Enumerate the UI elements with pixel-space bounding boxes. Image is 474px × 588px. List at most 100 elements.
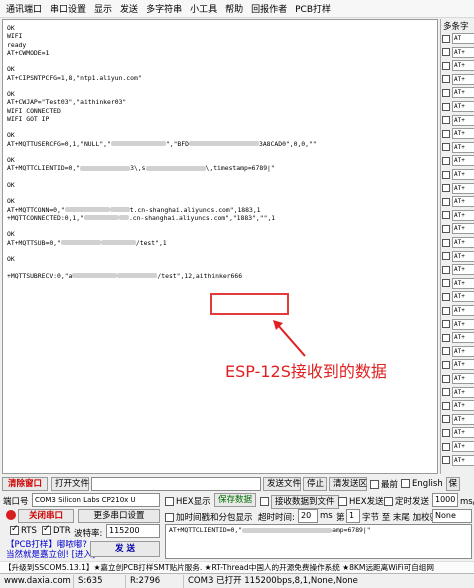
status-site[interactable]: www.daxia.com [0, 574, 74, 588]
multi-string-row[interactable]: AT+ [442, 372, 474, 385]
multi-string-row[interactable]: AT+ [442, 277, 474, 290]
multi-string-row[interactable]: AT+ [442, 318, 474, 331]
timestamp-checkbox[interactable]: 加时间戳和分包显示 [165, 511, 253, 523]
multi-string-input[interactable]: AT+ [452, 277, 474, 289]
checkbox-icon[interactable] [442, 279, 450, 288]
checkbox-icon[interactable] [442, 333, 450, 342]
topmost-checkbox[interactable]: 最前 [370, 478, 398, 490]
start-byte-input[interactable]: 1 [346, 509, 360, 523]
multi-string-input[interactable]: AT+ [452, 237, 474, 248]
checkbox-icon[interactable] [442, 360, 450, 369]
hex-send-checkbox[interactable]: HEX发送 [338, 495, 384, 507]
menu-item[interactable]: 通讯端口 [6, 2, 42, 15]
multi-string-input[interactable]: AT+ [452, 60, 474, 72]
send-button[interactable]: 发 送 [90, 541, 160, 557]
checkbox-icon[interactable] [442, 456, 450, 465]
multi-string-input[interactable]: AT+ [452, 305, 474, 316]
dtr-checkbox[interactable]: DTR [42, 524, 71, 536]
port-select[interactable]: COM3 Silicon Labs CP210x U [32, 493, 160, 507]
multi-string-row[interactable]: AT+ [442, 290, 474, 303]
multi-string-input[interactable]: AT+ [452, 87, 474, 99]
checkbox-icon[interactable] [442, 428, 450, 437]
stop-button[interactable]: 停止 [303, 477, 327, 491]
timed-interval-input[interactable]: 1000 [432, 493, 458, 507]
rts-checkbox[interactable]: RTS [10, 524, 37, 536]
multi-string-row[interactable]: AT+ [442, 263, 474, 276]
multi-string-input[interactable]: AT [452, 33, 474, 44]
multi-string-input[interactable]: AT+ [452, 318, 474, 330]
multi-string-input[interactable]: AT+ [452, 141, 474, 153]
checkbox-icon[interactable] [442, 88, 450, 97]
menu-item[interactable]: PCB打样 [295, 2, 331, 15]
multi-string-input[interactable]: AT+ [452, 373, 474, 384]
multi-string-input[interactable]: AT+ [452, 359, 474, 371]
checkbox-icon[interactable] [442, 143, 450, 152]
checkbox-icon[interactable] [442, 34, 450, 43]
menu-item[interactable]: 小工具 [190, 2, 217, 15]
checkbox-icon[interactable] [442, 61, 450, 70]
multi-string-row[interactable]: AT+ [442, 454, 474, 467]
multi-string-row[interactable]: AT+ [442, 426, 474, 439]
timeout-input[interactable]: 20 [298, 509, 318, 523]
multi-string-row[interactable]: AT+ [442, 399, 474, 412]
multi-string-row[interactable]: AT+ [442, 127, 474, 140]
menu-item[interactable]: 帮助 [225, 2, 243, 15]
menu-item[interactable]: 回报作者 [251, 2, 287, 15]
multi-string-input[interactable]: AT+ [452, 413, 474, 425]
checkbox-icon[interactable] [442, 170, 450, 179]
checkbox-icon[interactable] [442, 306, 450, 315]
multi-string-input[interactable]: AT+ [452, 46, 474, 58]
multi-string-row[interactable]: AT+ [442, 440, 474, 453]
multi-string-row[interactable]: AT+ [442, 386, 474, 399]
checkbox-icon[interactable] [442, 442, 450, 451]
multi-string-input[interactable]: AT+ [452, 386, 474, 398]
multi-string-row[interactable]: AT+ [442, 141, 474, 154]
multi-string-row[interactable]: AT+ [442, 413, 474, 426]
multi-string-input[interactable]: AT+ [452, 196, 474, 208]
checkbox-icon[interactable] [442, 48, 450, 57]
checkbox-icon[interactable] [442, 238, 450, 247]
clear-send-button[interactable]: 清发送区 [329, 477, 367, 491]
save-data-button[interactable]: 保存数据 [214, 493, 256, 507]
multi-string-row[interactable]: AT [442, 32, 474, 45]
checkbox-icon[interactable] [442, 292, 450, 301]
checkbox-icon[interactable] [442, 129, 450, 138]
multi-string-input[interactable]: AT+ [452, 441, 474, 452]
checkbox-icon[interactable] [442, 320, 450, 329]
checkbox-icon[interactable] [442, 75, 450, 84]
checkbox-icon[interactable] [442, 116, 450, 125]
multi-string-input[interactable]: AT+ [452, 114, 474, 126]
multi-string-input[interactable]: AT+ [452, 400, 474, 412]
checkbox-icon[interactable] [442, 265, 450, 274]
multi-string-row[interactable]: AT+ [442, 73, 474, 86]
menu-item[interactable]: 多字符串 [146, 2, 182, 15]
multi-string-input[interactable]: AT+ [452, 209, 474, 221]
multi-string-row[interactable]: AT+ [442, 250, 474, 263]
menu-item[interactable]: 串口设置 [50, 2, 86, 15]
receive-window[interactable]: +MQTTSUBRECV:0,"a/test",12,aithinker666 O… [2, 19, 438, 474]
multi-string-input[interactable]: AT+ [452, 332, 474, 344]
checkbox-icon[interactable] [442, 156, 450, 165]
close-port-button[interactable]: 关闭串口 [18, 509, 74, 523]
multi-string-row[interactable]: AT+ [442, 304, 474, 317]
multi-string-row[interactable]: AT+ [442, 59, 474, 72]
news-ticker[interactable]: 【升级到SSCOM5.13.1】★嘉立创PCB打样SMT贴片服务. ★RT-Th… [0, 561, 474, 573]
checkbox-icon[interactable] [442, 184, 450, 193]
multi-string-row[interactable]: AT+ [442, 168, 474, 181]
save-params-button[interactable]: 保 [445, 477, 460, 491]
checkbox-icon[interactable] [442, 224, 450, 233]
multi-string-input[interactable]: AT+ [452, 101, 474, 112]
multi-string-row[interactable]: AT+ [442, 154, 474, 167]
checkbox-icon[interactable] [442, 388, 450, 397]
clear-window-button[interactable]: 清除窗口 [2, 477, 48, 491]
timed-send-checkbox[interactable]: 定时发送 [384, 495, 429, 507]
multi-string-input[interactable]: AT+ [452, 454, 474, 466]
checkbox-icon[interactable] [442, 401, 450, 410]
checksum-select[interactable]: None [432, 509, 472, 523]
multi-string-row[interactable]: AT+ [442, 46, 474, 59]
hex-display-checkbox[interactable]: HEX显示 [165, 495, 211, 507]
multi-string-input[interactable]: AT+ [452, 427, 474, 439]
multi-string-input[interactable]: AT+ [452, 250, 474, 262]
multi-string-row[interactable]: AT+ [442, 195, 474, 208]
multi-string-row[interactable]: AT+ [442, 222, 474, 235]
